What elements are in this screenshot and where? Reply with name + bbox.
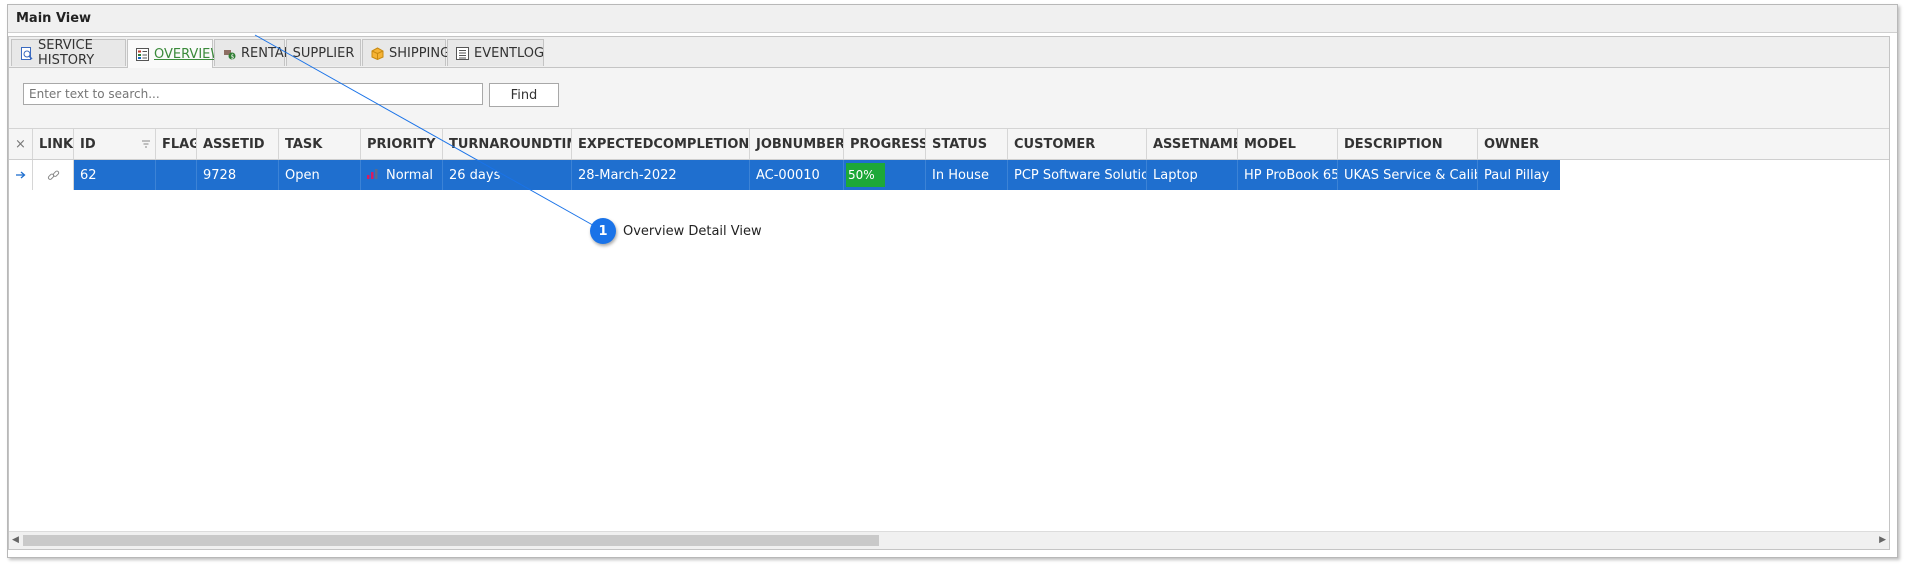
column-header-owner[interactable]: OWNER [1478,129,1560,159]
tab-supplier[interactable]: SUPPLIER [286,39,361,66]
tab-service-history[interactable]: SERVICE HISTORY [11,38,126,68]
progress-label: 50% [848,168,875,182]
callout-badge: 1 [590,218,616,244]
cell-assetname: Laptop [1147,160,1238,190]
cell-flag [156,160,197,190]
sort-icon[interactable] [142,138,150,153]
progress-bar: 50% [846,163,885,187]
rental-icon: $ [223,47,236,60]
column-header-status[interactable]: STATUS [926,129,1008,159]
title-bar: Main View [8,5,1897,33]
column-header-progress[interactable]: PROGRESS [844,129,926,159]
cell-priority: Normal [361,160,443,190]
priority-bars-icon [367,167,379,183]
search-bar: Find [9,68,1889,129]
column-header-flag[interactable]: FLAG [156,129,197,159]
cell-model: HP ProBook 6570b [1238,160,1338,190]
column-header-assetname[interactable]: ASSETNAME [1147,129,1238,159]
shipping-icon [371,46,384,60]
cell-jobnumber: AC-00010 [750,160,844,190]
callout-label: Overview Detail View [623,224,762,239]
column-header-label: ID [80,136,96,152]
cell-customer: PCP Software Solutions Ltd [1008,160,1147,190]
tab-label: SERVICE HISTORY [38,38,95,68]
cell-turnaroundtime: 26 days [443,160,572,190]
cell-owner: Paul Pillay [1478,160,1560,190]
column-header-jobnumber[interactable]: JOBNUMBER [750,129,844,159]
scroll-left-icon[interactable]: ◀ [12,535,19,545]
priority-label: Normal [386,167,434,183]
horizontal-scrollbar[interactable]: ◀ ▶ [9,531,1889,549]
column-header-model[interactable]: MODEL [1238,129,1338,159]
column-header-turnaroundtime[interactable]: TURNAROUNDTIME [443,129,572,159]
main-panel: SERVICE HISTORY OVERVIEW $ RENTAL SUPPLI… [8,36,1890,550]
tab-label: SUPPLIER [292,45,355,61]
grid-header: × LINK ID FLAG ASSETID TASK PRIORITY TUR… [9,129,1889,160]
overview-icon [136,47,149,61]
eventlog-icon [456,46,469,60]
cell-progress: 50% [844,160,926,190]
tab-shipping[interactable]: SHIPPING [362,39,450,66]
service-history-icon [20,46,33,60]
column-header-expectedcompletiondate[interactable]: EXPECTEDCOMPLETIONDATE [572,129,750,159]
column-header-customer[interactable]: CUSTOMER [1008,129,1147,159]
find-button[interactable]: Find [489,83,559,107]
tab-strip: SERVICE HISTORY OVERVIEW $ RENTAL SUPPLI… [9,37,1889,68]
cell-expectedcompletiondate: 28-March-2022 [572,160,750,190]
tab-rental[interactable]: $ RENTAL [214,39,291,66]
table-row[interactable]: 62 9728 Open Normal 26 days 28-March-202… [9,160,1889,190]
tab-label: OVERVIEW [154,46,224,62]
clear-filter-icon[interactable]: × [9,129,33,159]
search-input[interactable] [23,83,483,105]
column-header-description[interactable]: DESCRIPTION [1338,129,1478,159]
column-header-task[interactable]: TASK [279,129,361,159]
scroll-right-icon[interactable]: ▶ [1879,535,1886,545]
column-header-link[interactable]: LINK [33,129,74,159]
tab-label: EVENTLOG [474,45,545,61]
row-indicator-arrow-icon [9,160,33,190]
tab-label: SHIPPING [389,45,451,61]
svg-text:$: $ [231,53,235,60]
tab-eventlog[interactable]: EVENTLOG [447,39,544,66]
cell-description: UKAS Service & Calibration [1338,160,1478,190]
window-title: Main View [16,11,92,26]
tab-overview[interactable]: OVERVIEW [127,39,223,68]
column-header-priority[interactable]: PRIORITY [361,129,443,159]
main-view-window: Main View SERVICE HISTORY OVERVIEW $ REN… [7,4,1898,558]
cell-task: Open [279,160,361,190]
link-icon[interactable] [33,160,74,190]
cell-assetid: 9728 [197,160,279,190]
tab-label: RENTAL [241,45,292,61]
cell-id: 62 [74,160,156,190]
cell-status: In House [926,160,1008,190]
column-header-id[interactable]: ID [74,129,156,159]
column-header-assetid[interactable]: ASSETID [197,129,279,159]
scrollbar-thumb[interactable] [23,535,879,546]
